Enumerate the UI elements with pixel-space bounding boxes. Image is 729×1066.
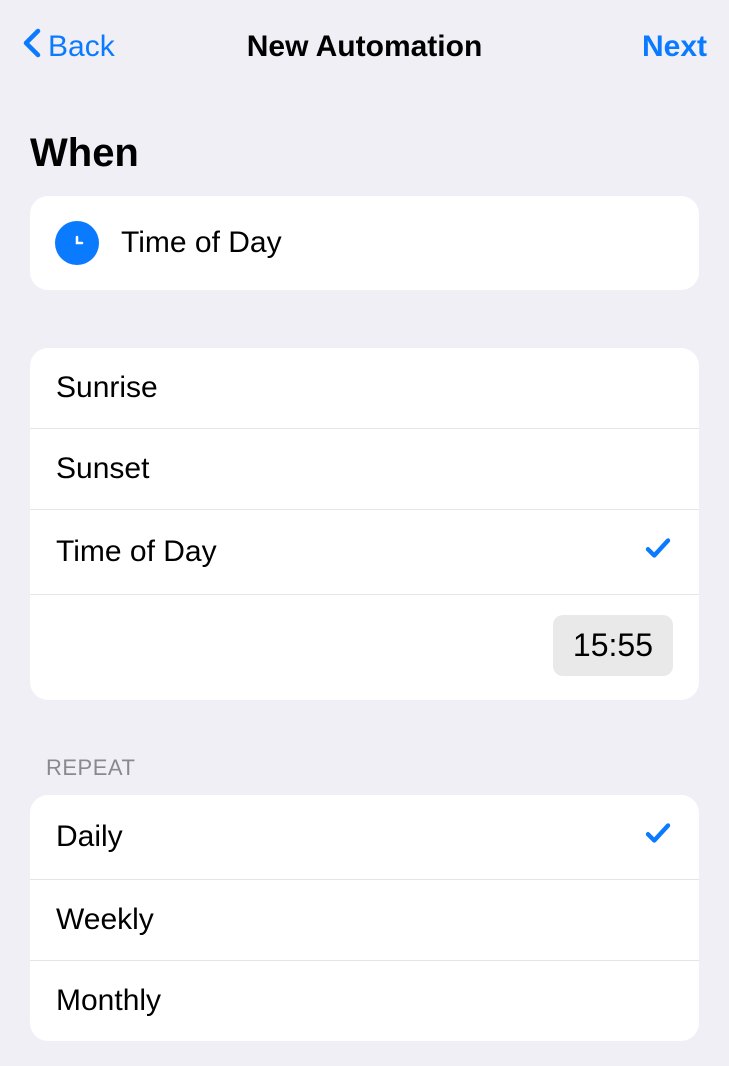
- option-label: Weekly: [56, 903, 154, 937]
- trigger-row[interactable]: Time of Day: [30, 196, 699, 290]
- navbar: Back New Automation Next: [0, 0, 729, 86]
- time-picker-row: 15:55: [30, 595, 699, 700]
- repeat-options-card: Daily Weekly Monthly: [30, 795, 699, 1041]
- time-options-card: Sunrise Sunset Time of Day 15:55: [30, 348, 699, 700]
- clock-icon: [55, 221, 99, 265]
- option-time-of-day[interactable]: Time of Day: [30, 510, 699, 595]
- trigger-card: Time of Day: [30, 196, 699, 290]
- page-title: New Automation: [247, 30, 483, 64]
- option-label: Sunrise: [56, 371, 158, 405]
- time-picker[interactable]: 15:55: [553, 615, 673, 676]
- checkmark-icon: [643, 533, 673, 571]
- section-header-repeat: REPEAT: [0, 700, 729, 795]
- repeat-monthly[interactable]: Monthly: [30, 961, 699, 1041]
- repeat-daily[interactable]: Daily: [30, 795, 699, 880]
- option-sunset[interactable]: Sunset: [30, 429, 699, 510]
- option-label: Monthly: [56, 984, 161, 1018]
- back-button[interactable]: Back: [22, 28, 115, 66]
- trigger-label: Time of Day: [121, 226, 282, 260]
- option-label: Time of Day: [56, 535, 217, 569]
- chevron-left-icon: [22, 28, 42, 66]
- option-label: Daily: [56, 820, 123, 854]
- option-sunrise[interactable]: Sunrise: [30, 348, 699, 429]
- next-button[interactable]: Next: [642, 30, 707, 64]
- checkmark-icon: [643, 818, 673, 856]
- back-label: Back: [48, 30, 115, 64]
- option-label: Sunset: [56, 452, 149, 486]
- repeat-weekly[interactable]: Weekly: [30, 880, 699, 961]
- section-title-when: When: [0, 86, 729, 196]
